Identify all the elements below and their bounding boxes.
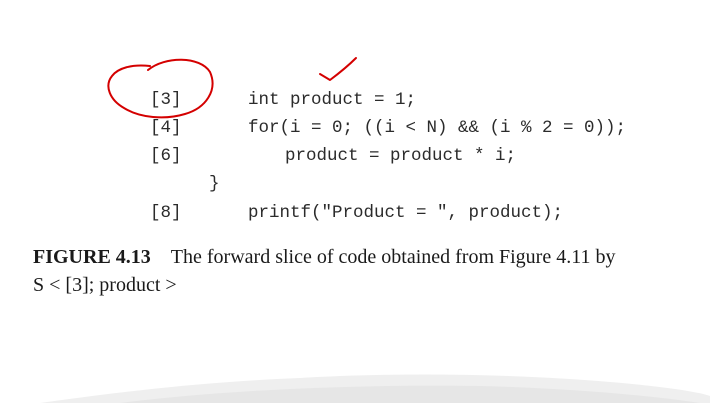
document-page: [3] int product = 1; [4] for(i = 0; ((i … bbox=[0, 0, 710, 403]
check-mark-annotation bbox=[319, 57, 357, 81]
circle-annotation bbox=[107, 58, 214, 119]
pen-annotations bbox=[107, 57, 357, 119]
